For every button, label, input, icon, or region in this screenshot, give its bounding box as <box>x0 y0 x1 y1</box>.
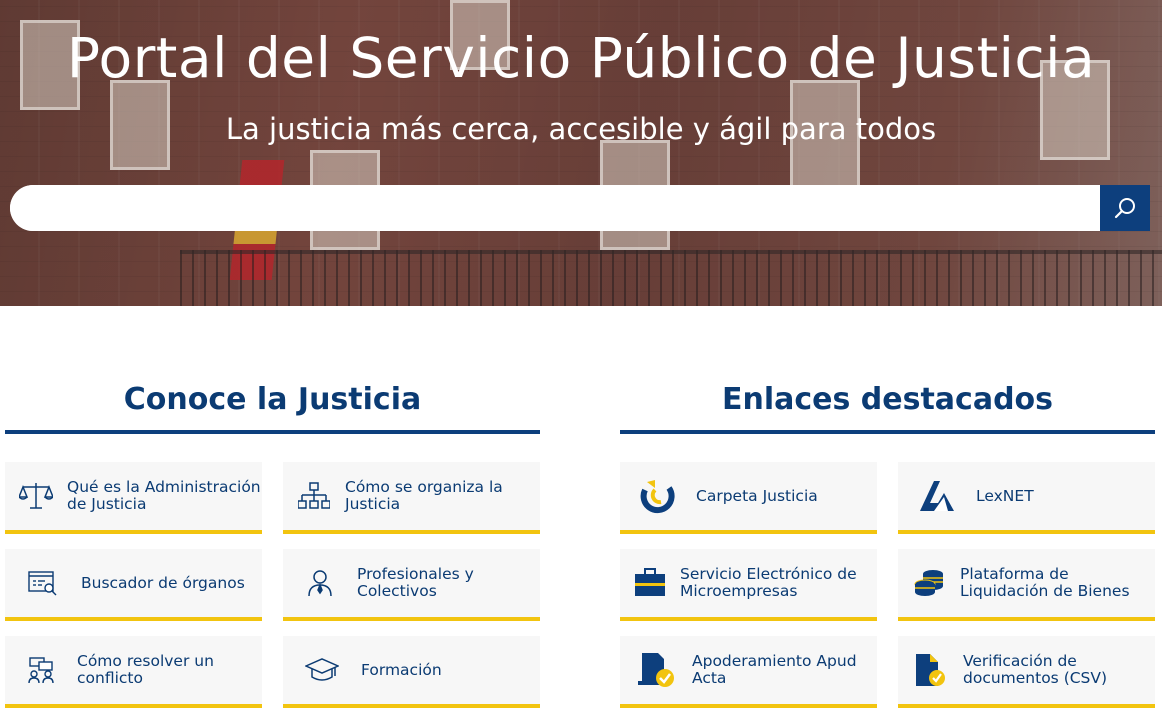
section-divider <box>5 430 540 434</box>
page-title: Portal del Servicio Público de Justicia <box>66 26 1096 90</box>
card-formacion[interactable]: Formación <box>283 636 540 708</box>
org-chart-icon <box>283 482 345 510</box>
search-button[interactable] <box>1100 185 1150 231</box>
conoce-grid: Qué es la Administración de Justicia Cóm… <box>5 462 540 710</box>
mediation-icon <box>5 656 77 684</box>
card-label: Carpeta Justicia <box>696 486 818 505</box>
conoce-justicia-section: Conoce la Justicia Qué es la Administrac… <box>5 370 540 710</box>
section-divider <box>620 430 1155 434</box>
search-bar <box>10 185 1150 231</box>
page-subtitle: La justicia más cerca, accesible y ágil … <box>225 112 937 146</box>
card-que-es-administracion[interactable]: Qué es la Administración de Justicia <box>5 462 262 534</box>
card-plataforma-liquidacion[interactable]: Plataforma de Liquidación de Bienes <box>898 549 1155 621</box>
enlaces-destacados-section: Enlaces destacados Carpeta Justicia LexN… <box>620 370 1155 710</box>
card-verificacion-csv[interactable]: Verificación de documentos (CSV) <box>898 636 1155 708</box>
enlaces-grid: Carpeta Justicia LexNET Servicio Electró… <box>620 462 1155 710</box>
document-check-icon <box>620 651 692 689</box>
card-como-resolver-conflicto[interactable]: Cómo resolver un conflicto <box>5 636 262 708</box>
person-icon <box>283 569 357 597</box>
card-apoderamiento-apud-acta[interactable]: Apoderamiento Apud Acta <box>620 636 877 708</box>
balcony-railing <box>180 250 1162 306</box>
card-label: LexNET <box>976 486 1034 505</box>
card-label: Buscador de órganos <box>81 573 245 592</box>
carpeta-justicia-logo-icon <box>620 478 696 514</box>
card-servicio-microempresas[interactable]: Servicio Electrónico de Microempresas <box>620 549 877 621</box>
card-label: Apoderamiento Apud Acta <box>692 652 857 687</box>
card-label: Formación <box>361 660 442 679</box>
card-label: Cómo resolver un conflicto <box>77 652 214 687</box>
card-label: Verificación de documentos (CSV) <box>963 652 1108 687</box>
search-icon <box>1114 198 1135 219</box>
card-label: Servicio Electrónico de Microempresas <box>680 565 857 600</box>
card-como-se-organiza[interactable]: Cómo se organiza la Justicia <box>283 462 540 534</box>
section-title: Enlaces destacados <box>721 382 1054 417</box>
card-buscador-organos[interactable]: Buscador de órganos <box>5 549 262 621</box>
search-input[interactable] <box>10 185 1100 231</box>
card-label: Cómo se organiza la Justicia <box>345 478 503 513</box>
directory-search-icon <box>5 570 81 596</box>
graduation-cap-icon <box>283 657 361 683</box>
hero-banner: Portal del Servicio Público de Justicia … <box>0 0 1162 306</box>
briefcase-icon <box>620 568 680 598</box>
card-carpeta-justicia[interactable]: Carpeta Justicia <box>620 462 877 534</box>
card-lexnet[interactable]: LexNET <box>898 462 1155 534</box>
file-check-icon <box>898 652 963 688</box>
card-label: Profesionales y Colectivos <box>357 565 474 600</box>
card-label: Plataforma de Liquidación de Bienes <box>960 565 1130 600</box>
coins-icon <box>898 568 960 598</box>
section-title: Conoce la Justicia <box>123 382 422 417</box>
card-label: Qué es la Administración de Justicia <box>67 478 261 513</box>
card-profesionales-colectivos[interactable]: Profesionales y Colectivos <box>283 549 540 621</box>
lexnet-logo-icon <box>898 479 976 513</box>
scales-icon <box>5 481 67 511</box>
